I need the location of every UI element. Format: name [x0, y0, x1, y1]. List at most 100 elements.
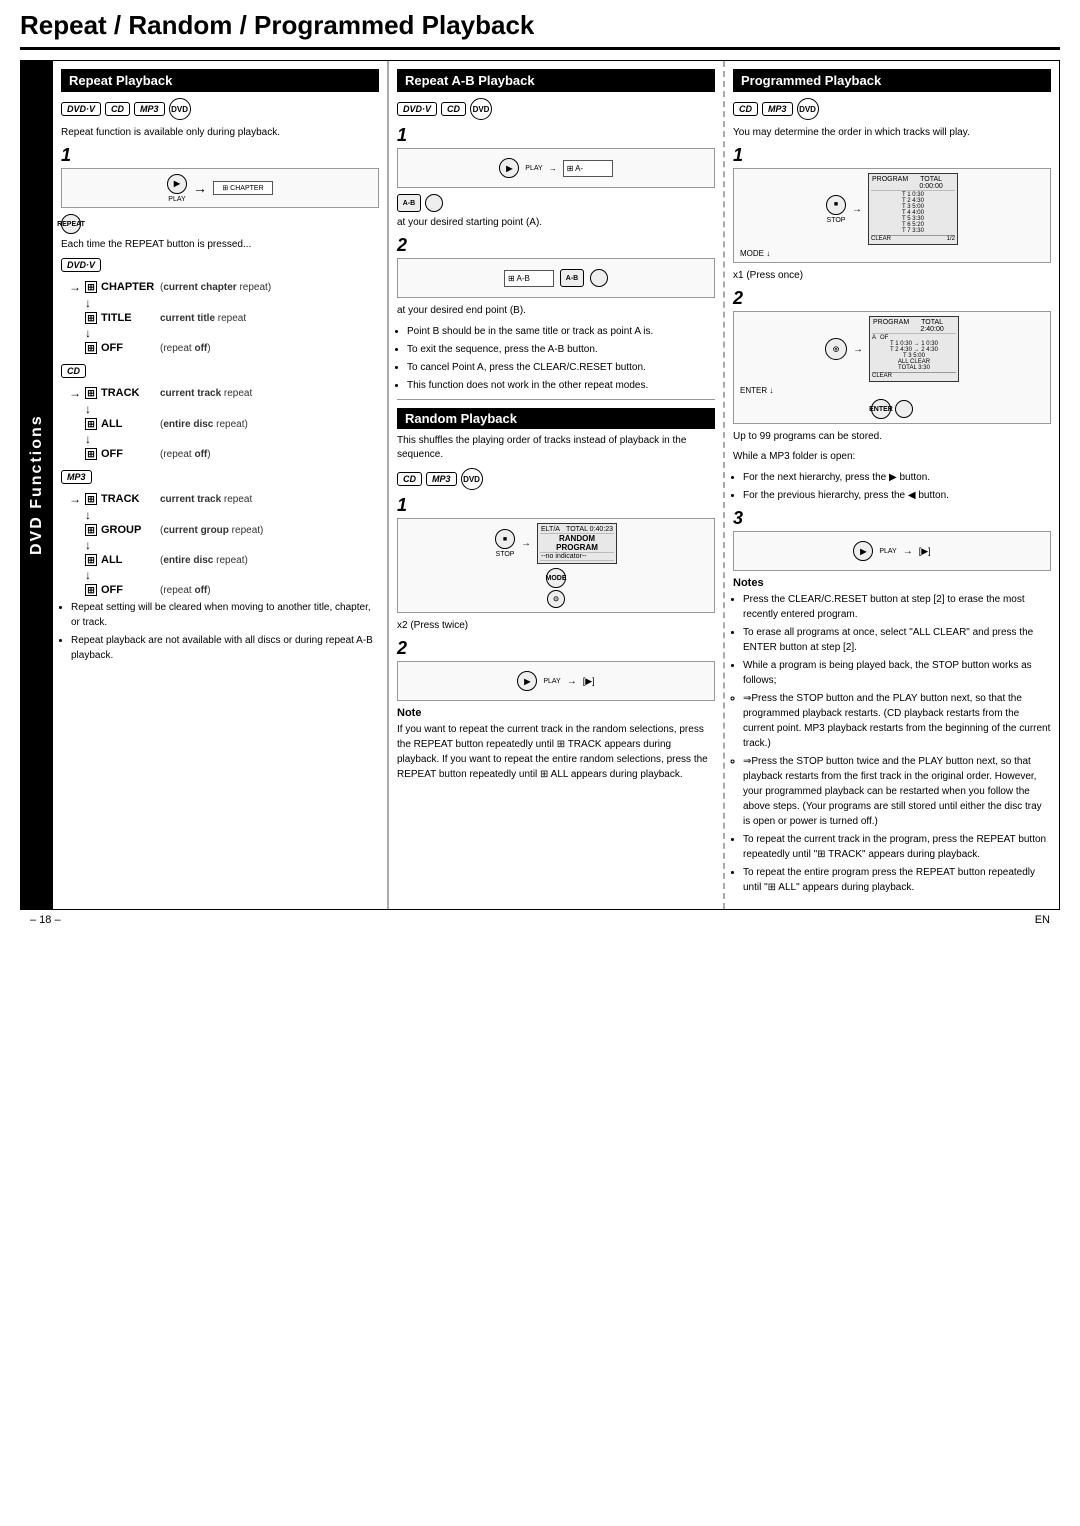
ab-shape-icon [425, 194, 443, 212]
prog-step3-diagram: ▶ PLAY → [▶] [733, 531, 1051, 571]
chain-arrow-icon: → [69, 386, 81, 400]
section-divider [397, 399, 715, 400]
prog-note-6: To repeat the current track in the progr… [743, 832, 1051, 862]
ab-step2-diagram: ⊞ A-B A-B [397, 258, 715, 298]
prog-note-2: To erase all programs at once, select "A… [743, 625, 1051, 655]
ab-shape2-icon [590, 269, 608, 287]
play-ab-icon: ▶ [499, 158, 519, 178]
chapter-label: CHAPTER [101, 281, 156, 293]
prog-screen2: PROGRAM TOTAL 2:40:00 AOF T 1 0:30 → 1 0… [869, 316, 959, 382]
prog-notes-header: Notes [733, 577, 1051, 589]
chapter-screen: ⊞ CHAPTER [213, 181, 273, 195]
stop-prog-icon: ■ [826, 195, 846, 215]
play-random-icon: ▶ [517, 671, 537, 691]
chain-arrow-icon: → [69, 492, 81, 506]
plus-box-icon: ⊞ [85, 448, 97, 460]
repeat-playback-column: Repeat Playback DVD·V CD MP3 DVD Repeat … [53, 61, 389, 909]
prog-step2-num: 2 [733, 289, 1051, 307]
ab-bullet-1: Point B should be in the same title or t… [407, 324, 715, 339]
all-desc: (entire disc repeat) [160, 419, 248, 430]
plus-box-icon: ⊞ [85, 342, 97, 354]
title-label: TITLE [101, 312, 156, 324]
ab-bullet-4: This function does not work in the other… [407, 378, 715, 393]
track-desc: current track repeat [160, 388, 252, 399]
chapter-desc: (current chapter repeat) [160, 282, 271, 293]
all-label: ALL [101, 418, 156, 430]
chain-arrow-icon: ↓ [85, 402, 91, 416]
chain-arrow-icon: ↓ [85, 326, 91, 340]
cd-random-icon: CD [397, 472, 422, 486]
prog-step2-diagram: ◎ → PROGRAM TOTAL 2:40:00 AOF T 1 0:30 →… [733, 311, 1051, 424]
page-footer: – 18 – EN [20, 910, 1060, 930]
play-button-icon: ▶ [167, 174, 187, 194]
mp3-off-desc: (repeat off) [160, 585, 211, 596]
mp3-chain-icon: MP3 [61, 470, 92, 484]
a-screen: ⊞ A- [563, 160, 613, 177]
programmed-playback-column: Programmed Playback CD MP3 DVD You may d… [725, 61, 1059, 909]
enter-icon: ENTER [871, 399, 891, 419]
group-label: GROUP [101, 524, 156, 536]
repeat-step1-desc: Each time the REPEAT button is pressed..… [61, 238, 379, 252]
random-step1-num: 1 [397, 496, 715, 514]
mp3-track-label: TRACK [101, 493, 156, 505]
prog-note-3: While a program is being played back, th… [743, 658, 1051, 688]
sidebar-label: DVD Functions [21, 61, 53, 909]
prog-step3-num: 3 [733, 509, 1051, 527]
prog-note-5: ⇒Press the STOP button twice and the PLA… [743, 754, 1051, 829]
plus-box-icon: ⊞ [85, 281, 97, 293]
page-lang: EN [1035, 914, 1050, 926]
cd-icon: CD [105, 102, 130, 116]
ab-step2-num: 2 [397, 236, 715, 254]
random-step1-diagram: ■ STOP → ELT/A TOTAL 0:40:23 RANDOM PROG… [397, 518, 715, 613]
repeat-bullets: Repeat setting will be cleared when movi… [71, 600, 379, 663]
chain-arrow-icon: → [69, 280, 81, 294]
nav-icon: ◎ [825, 338, 847, 360]
repeat-icons: DVD·V CD MP3 DVD [61, 98, 379, 120]
ab-screen: ⊞ A-B [504, 270, 554, 287]
dvd-ab-disc-icon: DVD [470, 98, 492, 120]
repeat-availability-note: Repeat function is available only during… [61, 126, 379, 140]
dvdv-repeat-chain: → ⊞ CHAPTER (current chapter repeat) ↓ ⊞… [69, 280, 379, 354]
repeat-step1-num: 1 [61, 146, 379, 164]
prog-step1-num: 1 [733, 146, 1051, 164]
ab-btn2-icon: A-B [560, 269, 584, 287]
title-desc: current title repeat [160, 313, 246, 324]
plus-box-icon: ⊞ [85, 387, 97, 399]
plus-box-icon: ⊞ [85, 418, 97, 430]
chain-arrow-icon: ↓ [85, 432, 91, 446]
mode-icon: MODE [546, 568, 566, 588]
plus-box-icon: ⊞ [85, 493, 97, 505]
enter-shape-icon [895, 400, 913, 418]
programmed-playback-header: Programmed Playback [733, 69, 1051, 92]
dvdv-chain-icon: DVD·V [61, 258, 101, 272]
repeat-bullet-2: Repeat playback are not available with a… [71, 633, 379, 663]
off-label: OFF [101, 342, 156, 354]
mp3-all-desc: (entire disc repeat) [160, 555, 248, 566]
off-desc2: (repeat off) [160, 449, 211, 460]
track-label: TRACK [101, 387, 156, 399]
plus-box-icon: ⊞ [85, 584, 97, 596]
mp3-bullet-1: For the next hierarchy, press the ▶ butt… [743, 470, 1051, 485]
random-note-header: Note [397, 707, 715, 719]
programmed-intro: You may determine the order in which tra… [733, 126, 1051, 140]
ab-button-icon: A-B [397, 194, 421, 212]
mp3-off-label: OFF [101, 584, 156, 596]
random-playback-desc: This shuffles the playing order of track… [397, 434, 715, 462]
chain-arrow-icon: ↓ [85, 508, 91, 522]
random-step2-diagram: ▶ PLAY → [▶] [397, 661, 715, 701]
mp3-repeat-chain: → ⊞ TRACK current track repeat ↓ ⊞ GROUP… [69, 492, 379, 596]
chain-arrow-icon: ↓ [85, 568, 91, 582]
random-step2-num: 2 [397, 639, 715, 657]
page-number: – 18 – [30, 914, 61, 926]
ab-step1-num: 1 [397, 126, 715, 144]
plus-box-icon: ⊞ [85, 524, 97, 536]
chain-arrow-icon: ↓ [85, 538, 91, 552]
ab-step1-diagram: ▶ PLAY → ⊞ A- [397, 148, 715, 188]
prog-step2-note: Up to 99 programs can be stored. [733, 430, 1051, 444]
mp3-random-icon: MP3 [426, 472, 457, 486]
ab-step1-desc: at your desired starting point (A). [397, 216, 715, 230]
random-icons: CD MP3 DVD [397, 468, 715, 490]
prog-step1-note: x1 (Press once) [733, 269, 1051, 283]
ab-bullet-2: To exit the sequence, press the A-B butt… [407, 342, 715, 357]
arrow-icon: → [193, 181, 207, 195]
